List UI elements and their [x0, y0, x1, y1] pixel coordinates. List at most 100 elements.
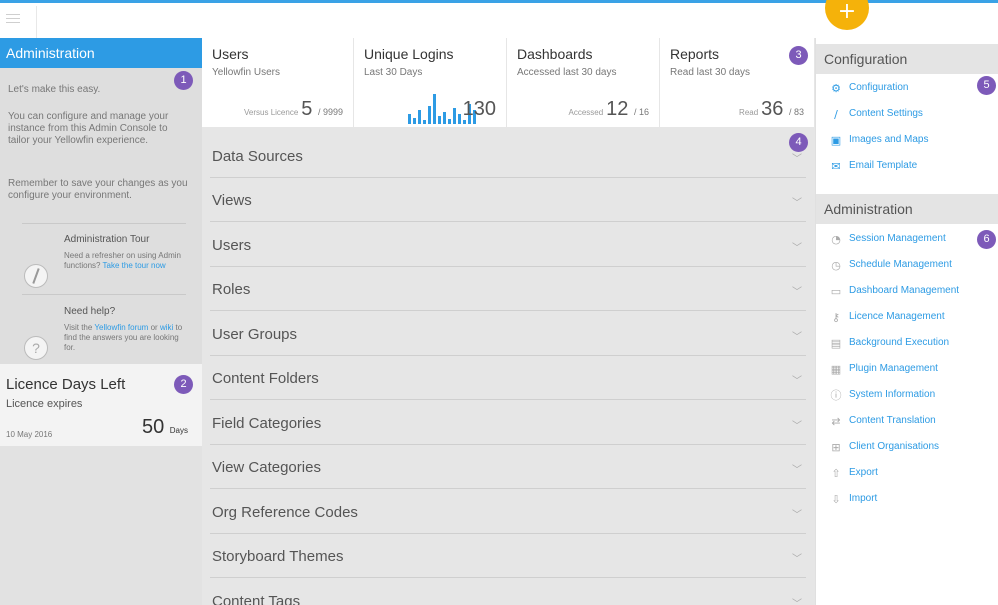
chevron-down-icon[interactable]: ﹀ [792, 550, 802, 565]
stat-number: 5 [301, 98, 313, 120]
help-title: Need help? [64, 306, 116, 317]
chevron-down-icon[interactable]: ﹀ [792, 595, 802, 605]
admin-item-plugin-management[interactable]: ▦ Plugin Management [830, 363, 938, 376]
chevron-down-icon[interactable]: ﹀ [792, 150, 802, 165]
forum-link[interactable]: Yellowfin forum [94, 323, 148, 332]
licence-days: 50 Days [142, 416, 188, 439]
admin-item-content-translation[interactable]: ⇄ Content Translation [830, 415, 935, 428]
chevron-down-icon[interactable]: ﹀ [792, 417, 802, 432]
section-row-org-reference-codes[interactable]: Org Reference Codes ﹀ [210, 490, 806, 534]
stat-number: 130 [462, 98, 496, 120]
config-item-label: Configuration [849, 82, 909, 93]
session-icon: ◔ [831, 233, 841, 246]
plugin-icon: ▦ [830, 363, 842, 376]
tour-text: Need a refresher on using Admin function… [64, 251, 184, 271]
sparkline-bar [428, 106, 431, 124]
chevron-down-icon[interactable]: ﹀ [792, 194, 802, 209]
users-stat-card[interactable]: Users Yellowfin Users Versus Licence 5 / … [202, 38, 354, 128]
stat-total: / 83 [788, 107, 804, 117]
administration-title: Administration [816, 194, 998, 224]
config-item-content-settings[interactable]: ∕ Content Settings [830, 108, 923, 121]
sparkline-bar [433, 94, 436, 124]
admin-panel-title: Administration [0, 38, 202, 68]
admin-item-background-execution[interactable]: ▤ Background Execution [830, 337, 949, 350]
stat-number: 36 [761, 98, 784, 120]
section-row-content-folders[interactable]: Content Folders ﹀ [210, 356, 806, 400]
tour-title: Administration Tour [64, 234, 150, 245]
org-icon: ⊞ [831, 441, 841, 454]
intro-text: You can configure and manage your instan… [8, 111, 169, 146]
section-row-users[interactable]: Users ﹀ [210, 223, 806, 267]
background-icon: ▤ [830, 337, 842, 350]
section-row-views[interactable]: Views ﹀ [210, 178, 806, 222]
stat-title: Dashboards [517, 46, 593, 62]
admin-item-label: Client Organisations [849, 441, 940, 452]
sparkline-bar [418, 110, 421, 124]
wiki-link[interactable]: wiki [160, 323, 173, 332]
admin-item-label: Session Management [849, 233, 946, 244]
help-icon: ? [24, 336, 48, 360]
section-label: Org Reference Codes [212, 504, 358, 521]
stat-subtitle: Last 30 Days [364, 67, 423, 78]
licence-title: Licence Days Left [6, 376, 126, 393]
config-item-email-template[interactable]: ✉ Email Template [830, 160, 917, 173]
admin-item-schedule-management[interactable]: ◷ Schedule Management [830, 259, 952, 272]
hamburger-menu-icon[interactable] [6, 14, 20, 28]
right-panel: Configuration ⚙ Configuration ∕ Content Se… [815, 38, 998, 605]
dashboards-stat-card[interactable]: Dashboards Accessed last 30 days Accesse… [507, 38, 660, 128]
config-item-images-and-maps[interactable]: ▣ Images and Maps [830, 134, 929, 147]
stat-value: Read 36 / 83 [739, 98, 804, 121]
divider [22, 294, 186, 295]
stat-total: / 16 [633, 107, 649, 117]
section-row-field-categories[interactable]: Field Categories ﹀ [210, 401, 806, 445]
admin-item-label: System Information [849, 389, 936, 400]
section-label: Roles [212, 281, 251, 298]
help-text-pre: Visit the [64, 323, 93, 332]
stat-total: / 9999 [317, 107, 343, 117]
step-badge: 1 [174, 71, 193, 90]
stat-value: Versus Licence 5 / 9999 [244, 98, 343, 121]
licence-subtitle: Licence expires [6, 398, 83, 410]
stat-value: Accessed 12 / 16 [568, 98, 649, 121]
section-row-roles[interactable]: Roles ﹀ [210, 267, 806, 311]
admin-item-system-information[interactable]: ⓘ System Information [830, 389, 936, 402]
admin-item-export[interactable]: ⇧ Export [830, 467, 878, 480]
licence-panel: Licence Days Left Licence expires 10 May… [0, 364, 202, 446]
section-row-user-groups[interactable]: User Groups ﹀ [210, 312, 806, 356]
stat-subtitle: Accessed last 30 days [517, 67, 617, 78]
admin-item-dashboard-management[interactable]: ▭ Dashboard Management [830, 285, 959, 298]
sparkline-bar [453, 108, 456, 124]
chevron-down-icon[interactable]: ﹀ [792, 461, 802, 476]
admin-item-label: Dashboard Management [849, 285, 960, 296]
chevron-down-icon[interactable]: ﹀ [792, 239, 802, 254]
admin-item-client-organisations[interactable]: ⊞ Client Organisations [830, 441, 939, 454]
stat-title: Reports [670, 46, 720, 62]
section-row-storyboard-themes[interactable]: Storyboard Themes ﹀ [210, 534, 806, 578]
brush-icon: ∕ [834, 108, 838, 121]
info-icon: ⓘ [830, 389, 842, 402]
section-row-data-sources[interactable]: Data Sources ﹀ [210, 134, 806, 178]
admin-item-label: Export [849, 467, 878, 478]
chevron-down-icon[interactable]: ﹀ [792, 328, 802, 343]
section-row-view-categories[interactable]: View Categories ﹀ [210, 445, 806, 489]
logins-stat-card[interactable]: Unique Logins Last 30 Days 130 [354, 38, 507, 128]
sparkline-bar [408, 114, 411, 124]
stat-title: Unique Logins [364, 46, 454, 62]
divider [36, 6, 37, 40]
dashboard-icon: ▭ [830, 285, 842, 298]
help-text-mid: or [150, 323, 158, 332]
help-text: Visit the Yellowfin forum or wiki to fin… [64, 323, 184, 353]
admin-item-licence-management[interactable]: ⚷ Licence Management [830, 311, 945, 324]
step-badge: 4 [789, 133, 808, 152]
section-row-content-tags[interactable]: Content Tags ﹀ [210, 579, 806, 605]
section-label: Users [212, 237, 252, 254]
intro-text: Remember to save your changes as you con… [8, 178, 188, 201]
tour-link[interactable]: Take the tour now [103, 261, 166, 270]
config-item-configuration[interactable]: ⚙ Configuration [830, 82, 908, 95]
admin-item-session-management[interactable]: ◔ Session Management [830, 233, 946, 246]
admin-item-import[interactable]: ⇩ Import [830, 493, 877, 506]
chevron-down-icon[interactable]: ﹀ [792, 372, 802, 387]
licence-days-value: 50 [141, 416, 165, 438]
chevron-down-icon[interactable]: ﹀ [792, 506, 802, 521]
chevron-down-icon[interactable]: ﹀ [792, 283, 802, 298]
